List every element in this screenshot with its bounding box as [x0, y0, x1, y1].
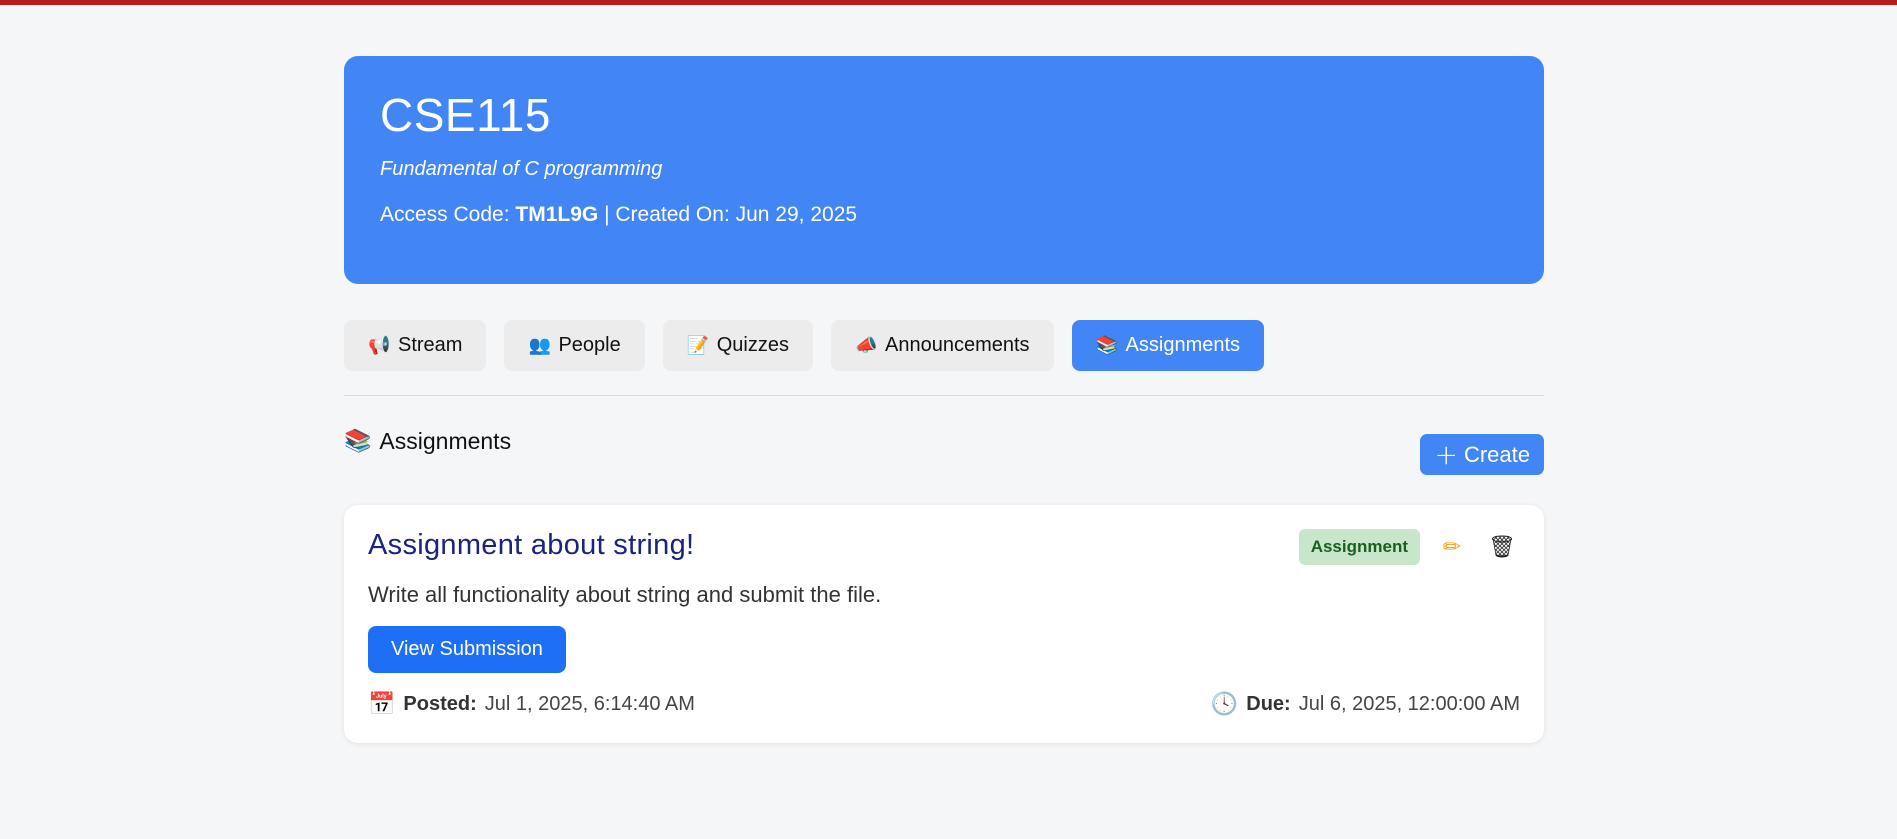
- course-meta: Access Code: TM1L9G | Created On: Jun 29…: [380, 203, 1508, 227]
- pencil-icon: ✏: [1442, 534, 1462, 560]
- trash-icon: 🗑: [1488, 534, 1516, 560]
- tab-label: Announcements: [885, 334, 1030, 356]
- top-accent-bar: [0, 0, 1897, 5]
- due-value: Jul 6, 2025, 12:00:00 AM: [1298, 693, 1520, 715]
- type-badge: Assignment: [1298, 529, 1420, 565]
- create-label: Create: [1463, 441, 1530, 467]
- people-icon: 👥: [528, 335, 551, 356]
- access-code-value: TM1L9G: [515, 203, 599, 226]
- plus-icon: +: [1434, 437, 1458, 471]
- tab-label: Stream: [398, 334, 463, 356]
- posted-value: Jul 1, 2025, 6:14:40 AM: [484, 693, 695, 715]
- assignment-card: Assignment about string! Write all funct…: [344, 505, 1544, 743]
- tab-people[interactable]: 👥 People: [504, 320, 645, 371]
- megaphone-icon: 📢: [368, 335, 391, 356]
- memo-icon: 📝: [686, 335, 710, 356]
- assignment-description: Write all functionality about string and…: [368, 582, 882, 607]
- tab-label: People: [558, 334, 621, 356]
- tab-assignments[interactable]: 📚 Assignments: [1071, 320, 1265, 371]
- loudspeaker-icon: 📣: [855, 335, 878, 356]
- due-info: 🕓 Due: Jul 6, 2025, 12:00:00 AM: [1211, 692, 1520, 717]
- card-footer: 📅 Posted: Jul 1, 2025, 6:14:40 AM 🕓 Due:…: [368, 692, 1520, 717]
- create-button[interactable]: + Create: [1420, 434, 1544, 475]
- tab-label: Assignments: [1125, 334, 1241, 356]
- course-code: CSE115: [380, 89, 551, 141]
- card-actions: Assignment ✏ 🗑: [1298, 529, 1520, 565]
- posted-info: 📅 Posted: Jul 1, 2025, 6:14:40 AM: [368, 692, 695, 717]
- due-label: Due:: [1246, 693, 1291, 715]
- books-icon: 📚: [1095, 335, 1118, 356]
- delete-button[interactable]: 🗑: [1484, 529, 1520, 565]
- tab-bar: 📢 Stream 👥 People 📝 Quizzes 📣 Announceme…: [344, 320, 1544, 371]
- clock-icon: 🕓: [1210, 692, 1239, 717]
- view-submission-button[interactable]: View Submission: [368, 626, 566, 673]
- edit-button[interactable]: ✏: [1434, 529, 1470, 565]
- tab-label: Quizzes: [716, 334, 789, 356]
- course-header: CSE115 Fundamental of C programming Acce…: [344, 56, 1544, 284]
- section-title-text: Assignments: [379, 428, 512, 454]
- tab-stream[interactable]: 📢 Stream: [344, 320, 487, 371]
- section-title: 📚 Assignments: [344, 428, 511, 455]
- created-on: | Created On: Jun 29, 2025: [604, 203, 858, 226]
- tab-quizzes[interactable]: 📝 Quizzes: [662, 320, 813, 371]
- classroom-page: CSE115 Fundamental of C programming Acce…: [344, 56, 1544, 743]
- calendar-icon: 📅: [368, 692, 396, 717]
- access-code-label: Access Code:: [380, 203, 510, 226]
- posted-label: Posted:: [403, 693, 477, 715]
- course-name: Fundamental of C programming: [380, 158, 663, 180]
- section-header: 📚 Assignments + Create: [344, 396, 1544, 494]
- tab-announcements[interactable]: 📣 Announcements: [831, 320, 1054, 371]
- books-icon: 📚: [344, 429, 372, 454]
